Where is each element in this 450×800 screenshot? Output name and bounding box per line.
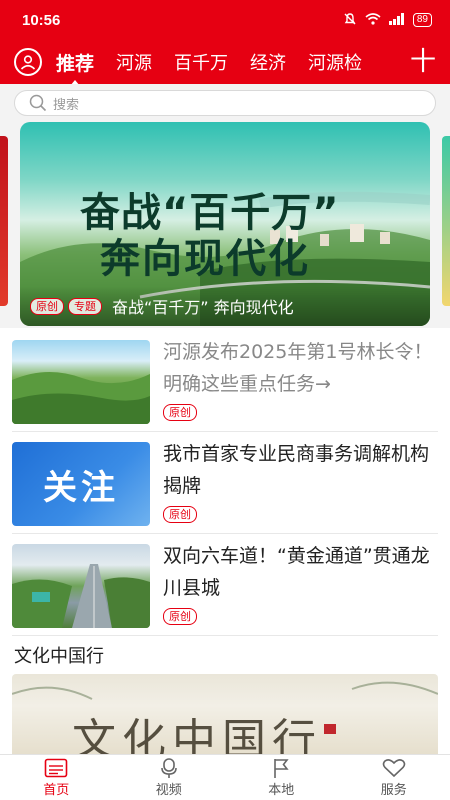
battery-icon: 89 (412, 13, 432, 27)
bottom-nav-video[interactable]: 视频 (113, 755, 226, 800)
search-input[interactable]: 搜索 (14, 90, 436, 116)
flag-icon (271, 757, 291, 779)
original-tag: 原创 (30, 297, 64, 315)
news-title: 我市首家专业民商事务调解机构揭牌 (163, 443, 430, 497)
original-tag: 原创 (163, 506, 197, 523)
banner-card[interactable]: 奋战“百千万” 奔向现代化 原创 专题 奋战“百千万” 奔向现代化 (20, 122, 430, 326)
news-item[interactable]: 关注 我市首家专业民商事务调解机构揭牌 原创 (12, 432, 438, 534)
banner-caption: 奋战“百千万” 奔向现代化 (112, 298, 294, 317)
top-nav: 推荐 河源 百千万 经济 河源检 十 (0, 40, 450, 86)
add-channel-button[interactable]: 十 (410, 49, 436, 75)
mute-icon (343, 12, 357, 29)
bottom-nav: 首页 视频 本地 服务 (0, 754, 450, 800)
banner-footer: 原创 专题 奋战“百千万” 奔向现代化 (20, 286, 430, 326)
banner-carousel[interactable]: 奋战“百千万” 奔向现代化 原创 专题 奋战“百千万” 奔向现代化 (0, 122, 450, 328)
tab-economy[interactable]: 经济 (250, 49, 286, 75)
section-banner-image[interactable]: 文化中国行 (12, 674, 438, 754)
news-title: 河源发布2025年第1号林长令！明确这些重点任务→ (163, 341, 433, 395)
microphone-icon (158, 757, 180, 779)
user-avatar-button[interactable] (14, 48, 42, 76)
heart-icon (382, 757, 406, 779)
user-icon (20, 55, 36, 70)
news-title: 双向六车道！“黄金通道”贯通龙川县城 (163, 545, 430, 599)
news-thumbnail-forest (12, 340, 150, 424)
carousel-prev-card[interactable] (0, 136, 8, 306)
carousel-next-card[interactable] (442, 136, 450, 306)
tab-heyuan[interactable]: 河源 (116, 49, 152, 75)
news-thumbnail-attention: 关注 (12, 442, 150, 526)
news-icon (44, 757, 68, 779)
status-time: 10:56 (22, 11, 61, 29)
section-title: 文化中国行 (14, 646, 104, 667)
news-list: 河源发布2025年第1号林长令！明确这些重点任务→ 原创 关注 我市首家专业民商… (0, 330, 450, 636)
news-item[interactable]: 双向六车道！“黄金通道”贯通龙川县城 原创 (12, 534, 438, 636)
status-icons: 89 (343, 12, 432, 29)
bottom-nav-label: 首页 (43, 783, 70, 798)
news-item[interactable]: 河源发布2025年第1号林长令！明确这些重点任务→ 原创 (12, 330, 438, 432)
search-placeholder: 搜索 (53, 97, 80, 113)
section-image-lettering: 文化中国行 (72, 715, 322, 754)
bottom-nav-service[interactable]: 服务 (338, 755, 450, 800)
search-bar: 搜索 (0, 84, 450, 122)
news-thumbnail-highway (12, 544, 150, 628)
bottom-nav-local[interactable]: 本地 (225, 755, 338, 800)
tab-heyuan-procuratorate[interactable]: 河源检 (308, 49, 362, 75)
channel-tabs: 推荐 河源 百千万 经济 河源检 (56, 49, 410, 86)
original-tag: 原创 (163, 608, 197, 625)
thumbnail-lettering: 关注 (43, 467, 119, 508)
search-icon (29, 94, 47, 112)
topic-tag: 专题 (68, 297, 102, 315)
wifi-icon (365, 12, 381, 28)
tab-recommend[interactable]: 推荐 (56, 49, 94, 86)
banner-title-line2: 奔向现代化 (100, 236, 310, 282)
bottom-nav-label: 服务 (380, 783, 407, 798)
tab-baiqianwan[interactable]: 百千万 (174, 49, 228, 75)
bottom-nav-home[interactable]: 首页 (0, 755, 113, 800)
original-tag: 原创 (163, 404, 197, 421)
bottom-nav-label: 视频 (155, 783, 182, 798)
signal-icon (388, 12, 405, 28)
bottom-nav-label: 本地 (268, 783, 295, 798)
status-bar: 10:56 89 (0, 0, 450, 40)
